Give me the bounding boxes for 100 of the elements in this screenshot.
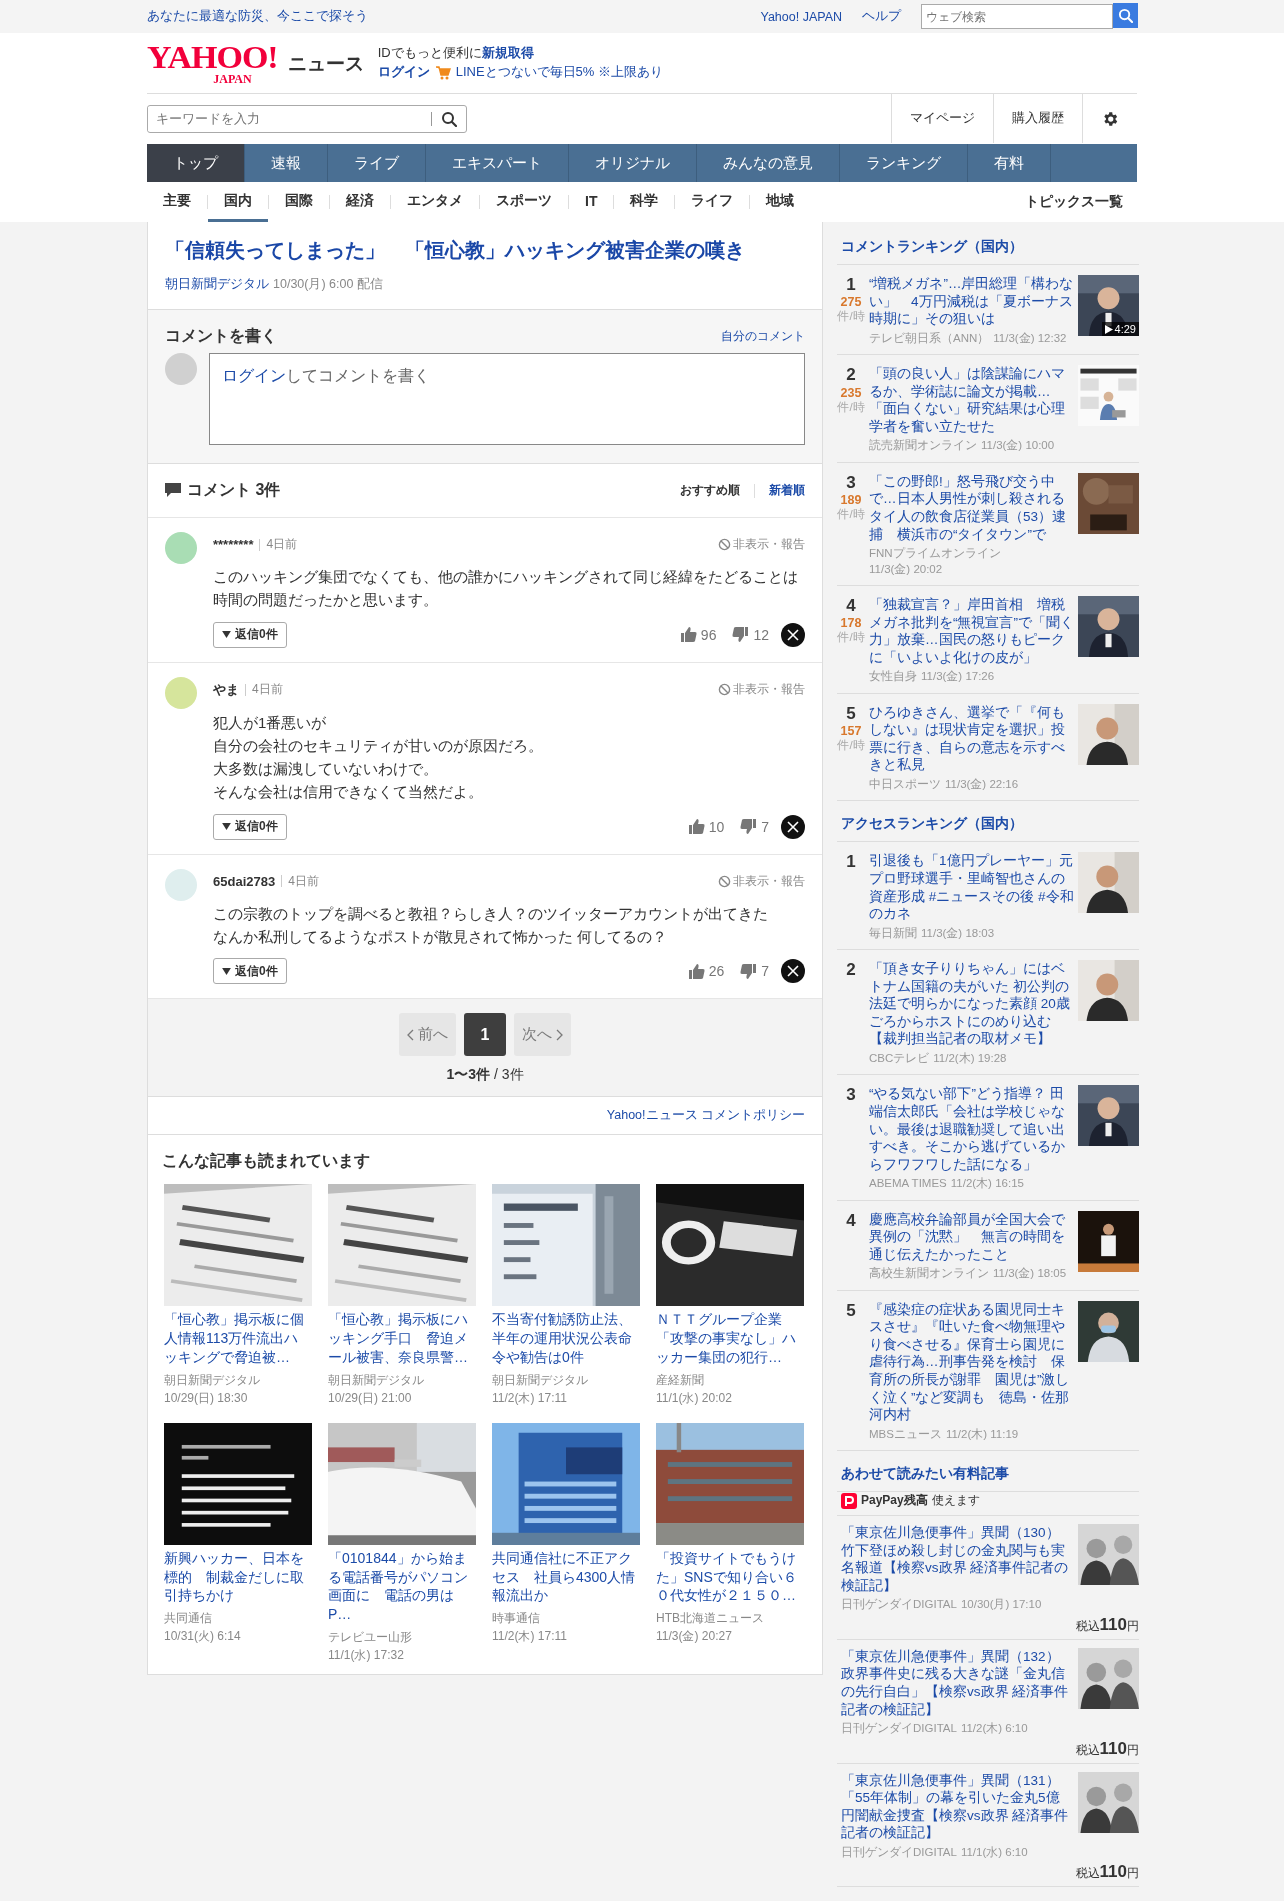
category-tab[interactable]: 国際 — [269, 182, 329, 222]
yahoo-logo[interactable]: YAHOO! JAPAN — [147, 41, 278, 85]
share-button[interactable] — [781, 814, 805, 839]
article-link[interactable]: 「東京佐川急便事件」異聞（132）政界事件史に残る大きな謎「金丸信の先行自白」【検察vs政界 経済事件記者の検証記】 — [841, 1647, 1070, 1719]
source-name: 中日スポーツ — [869, 776, 941, 792]
category-tab[interactable]: 科学 — [614, 182, 675, 222]
login-link[interactable]: ログイン — [377, 63, 430, 82]
rank-number: 2 — [846, 960, 856, 981]
report-button[interactable]: 非表示・報告 — [718, 681, 805, 698]
account-link[interactable]: 購入履歴 — [993, 94, 1082, 143]
header-link[interactable]: ヘルプ — [862, 8, 901, 25]
nav-tab[interactable]: エキスパート — [426, 144, 569, 182]
reply-button[interactable]: 返信0件 — [213, 958, 287, 984]
article-link[interactable]: ＮＴＴグループ企業「攻撃の事実なし」ハッカー集団の犯行… — [656, 1310, 804, 1367]
price: 税込110円 — [1074, 1738, 1139, 1759]
report-button[interactable]: 非表示・報告 — [718, 536, 805, 553]
nav-tab[interactable]: オリジナル — [569, 144, 697, 182]
chevron-left-icon — [407, 1028, 414, 1041]
like-button[interactable]: 26 — [683, 962, 729, 980]
source-name: 時事通信 — [492, 1610, 541, 1628]
source-name: 女性自身 — [869, 669, 917, 685]
like-button[interactable]: 10 — [683, 818, 729, 835]
signup-link[interactable]: 新規取得 — [481, 45, 534, 61]
category-tab[interactable]: 地域 — [750, 182, 811, 222]
nav-tab[interactable]: ライブ — [328, 144, 426, 182]
report-button[interactable]: 非表示・報告 — [718, 872, 805, 890]
policy-link[interactable]: Yahoo!ニュース コメントポリシー — [606, 1108, 805, 1122]
dislike-button[interactable]: 12 — [728, 626, 773, 643]
article-link[interactable]: 新興ハッカー、日本を標的 制裁金だしに取引持ちかけ — [164, 1548, 312, 1606]
reply-button[interactable]: 返信0件 — [213, 813, 287, 840]
category-tab[interactable]: 主要 — [147, 182, 207, 222]
dislike-button[interactable]: 7 — [736, 818, 773, 835]
article-link[interactable]: 「0101844」から始まる電話番号がパソコン画面に 電話の男はP… — [328, 1548, 476, 1625]
comment-text: そんな会社は信用できなくて当然だよ。 — [213, 782, 484, 803]
article-link[interactable]: 『感染症の症状ある園児同士キスさせ』『吐いた食べ物無理やり食べさせる』保育士ら園児に虐待行為…刑事告発を検討 保育所の所長が謝罪 園児は”激しく泣く”など変調も 徳島・佐那河内村 — [869, 1300, 1074, 1424]
comment-input[interactable]: ログイン してコメントを書く — [209, 353, 805, 445]
category-tab[interactable]: エンタメ — [391, 182, 479, 222]
article-link[interactable]: 慶應高校弁論部員が全国大会で異例の「沈黙」 無言の時間を通じ伝えたかったこと — [869, 1210, 1074, 1264]
article-date: 10/29(日) 18:30 — [164, 1389, 249, 1407]
article-date: 11/2(木) 17:11 — [492, 1628, 568, 1646]
nav-tab[interactable]: みんなの意見 — [697, 144, 840, 182]
category-tab[interactable]: IT — [569, 182, 614, 222]
sort-tab[interactable]: おすすめ順 — [680, 482, 740, 499]
article-link[interactable]: 「独裁宣言？」岸田首相 増税メガネ批判を“無視宣言”で「聞く力」放棄…国民の怒りもピークに「いよいよ化けの皮が」 — [869, 596, 1074, 667]
thumbs-up-icon — [687, 962, 705, 980]
header-link[interactable]: Yahoo! JAPAN — [760, 9, 842, 24]
nav-tab[interactable]: ランキング — [840, 144, 968, 182]
comment-time: 4日前 — [288, 872, 319, 890]
article-link[interactable]: ひろゆきさん、選挙で「『何もしない』は現状肯定を選択」投票に行き、自らの意志を示すべきと私見 — [869, 703, 1074, 774]
dislike-button[interactable]: 7 — [736, 962, 773, 980]
article-link[interactable]: 「この野郎!」怒号飛び交う中で…日本人男性が刺し殺されるタイ人の飲食店従業員（53）逮捕 横浜市の“タイタウン”で — [869, 472, 1074, 544]
source-link[interactable]: 朝日新聞デジタル — [165, 277, 269, 291]
category-tab[interactable]: スポーツ — [480, 182, 568, 222]
nav-tab[interactable]: 速報 — [245, 144, 328, 182]
comment-count: 157 — [840, 724, 862, 739]
login-link[interactable]: ログイン — [222, 367, 286, 384]
line-promo-link[interactable]: LINEとつないで毎日5% ※上限あり — [455, 63, 663, 82]
price: 税込110円 — [1074, 1614, 1139, 1635]
avatar — [165, 353, 197, 385]
caret-icon — [222, 967, 231, 975]
comments-heading: コメント 3件 — [187, 480, 281, 500]
section-heading: こんな記事も読まれています — [162, 1151, 371, 1172]
article-link[interactable]: 「投資サイトでもうけた」SNSで知り合い６０代女性が２１５０… — [656, 1548, 804, 1606]
reply-button[interactable]: 返信0件 — [213, 621, 287, 648]
article-link[interactable]: 「頭の良い人」は陰謀論にハマるか、学術誌に論文が掲載…「面白くない」研究結果は心理学者を奮い立たせた — [869, 365, 1074, 436]
article-link[interactable]: “やる気ない部下”どう指導？ 田端信太郎氏「会社は学校じゃない。最後は退職勧奨して追い出すべき。そこから逃げているからフワフワした話になる」 — [869, 1085, 1074, 1174]
article-date: 11/3(金) 18:05 — [993, 1266, 1067, 1282]
article-link[interactable]: 「東京佐川急便事件」異聞（131）「55年体制」の幕を引いた金丸5億円闇献金捜査【検察vs政界 経済事件記者の検証記】 — [841, 1771, 1070, 1842]
share-button[interactable] — [781, 622, 805, 647]
keyword-search-box[interactable]: キーワードを入力 — [147, 104, 467, 133]
article-link[interactable]: 「恒心教」掲示板に個人情報113万件流出ハッキングで脅迫被… — [164, 1310, 312, 1367]
promo-link[interactable]: あなたに最適な防災、今ここで探そう — [147, 8, 368, 25]
category-tab[interactable]: ライフ — [675, 182, 750, 222]
like-button[interactable]: 96 — [675, 626, 721, 643]
nav-tab[interactable]: トップ — [147, 144, 245, 182]
article-date: 11/1(水) 20:02 — [656, 1389, 733, 1407]
section-heading: あわせて読みたい有料記事 — [837, 1459, 1139, 1493]
comment-count: 235 — [840, 385, 862, 400]
comment-text: この宗教のトップを調べると教祖？らしき人？のツイッターアカウントが出てきた — [213, 903, 769, 924]
article-link[interactable]: “増税メガネ”…岸田総理「構わない」 4万円減税は「夏ボーナス時期に」その狙いは — [869, 275, 1074, 328]
article-link[interactable]: 共同通信社に不正アクセス 社員ら4300人情報流出か — [492, 1548, 640, 1606]
article-date: 11/2(木) 19:28 — [933, 1050, 1007, 1066]
account-link[interactable]: マイページ — [891, 94, 993, 143]
search-button[interactable] — [1113, 3, 1138, 28]
article-link[interactable]: 引退後も「1億円プレーヤー」元プロ野球選手・里崎智也さんの資産形成 #ニュースその後 #令和のカネ — [869, 852, 1074, 923]
topics-link[interactable]: トピックス一覧 — [1025, 193, 1137, 211]
article-date: 11/2(木) 6:10 — [960, 1721, 1028, 1737]
article-link[interactable]: 不当寄付勧誘防止法、半年の運用状況公表命令や勧告は0件 — [492, 1310, 640, 1367]
category-tab[interactable]: 経済 — [330, 182, 390, 222]
price: 税込110円 — [1074, 1862, 1139, 1883]
article-link[interactable]: 「頂き女子りりちゃん」にはベトナム国籍の夫がいた 初公判の法廷で明らかになった素顔 20歳ごろからホストにのめり込む【裁判担当記者の取材メモ】 — [869, 960, 1074, 1048]
my-comments-link[interactable]: 自分のコメント — [721, 328, 805, 345]
nav-tab[interactable]: 有料 — [968, 144, 1051, 182]
article-link[interactable]: 「東京佐川急便事件」異聞（130）竹下登ほめ殺し封じの金丸関与も実名報道【検察vs政界 経済事件記者の検証記】 — [841, 1524, 1070, 1595]
page-button[interactable]: 1 — [464, 1013, 506, 1056]
sort-tab[interactable]: 新着順 — [769, 482, 805, 499]
share-button[interactable] — [781, 959, 805, 983]
source-name: MBSニュース — [869, 1426, 942, 1442]
article-link[interactable]: 「恒心教」掲示板にハッキング手口 脅迫メール被害、奈良県警… — [328, 1310, 476, 1367]
source-name: 産経新聞 — [656, 1371, 705, 1389]
